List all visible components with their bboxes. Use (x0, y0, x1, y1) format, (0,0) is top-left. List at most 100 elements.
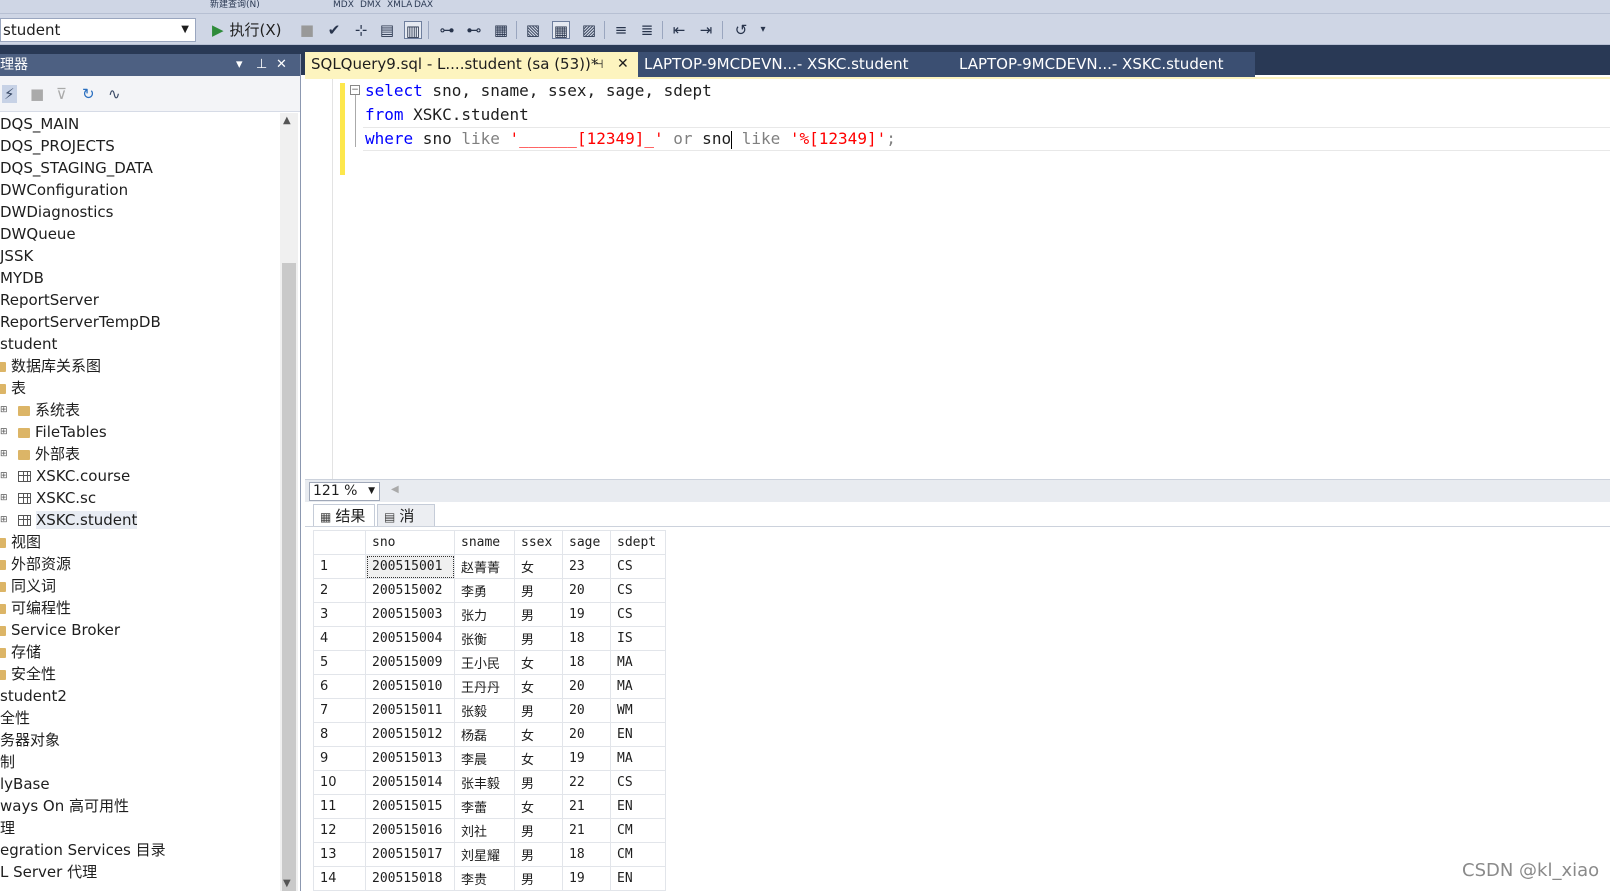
table-cell[interactable]: 200515011 (365, 698, 455, 723)
table-cell[interactable]: 18 (562, 842, 611, 867)
tree-item[interactable]: ⊞ 系统表 (0, 399, 280, 421)
expand-icon[interactable]: ⊞ (0, 487, 12, 509)
row-number-cell[interactable]: 7 (313, 698, 366, 723)
table-cell[interactable]: 21 (562, 794, 611, 819)
table-cell[interactable]: 李勇 (454, 578, 515, 603)
table-cell[interactable]: 200515012 (365, 722, 455, 747)
table-cell[interactable]: 200515002 (365, 578, 455, 603)
table-cell[interactable]: 22 (562, 770, 611, 795)
table-cell[interactable]: 男 (514, 818, 563, 843)
intellisense-icon[interactable]: ▥ (404, 21, 422, 40)
chevron-down-icon[interactable]: ▾ (236, 54, 243, 76)
row-number-cell[interactable]: 11 (313, 794, 366, 819)
table-cell[interactable]: 张力 (454, 602, 515, 627)
table-cell[interactable]: 23 (562, 554, 611, 579)
tree-item[interactable]: 制 (0, 751, 280, 773)
expand-icon[interactable]: ⊞ (0, 509, 12, 531)
table-cell[interactable]: EN (610, 866, 666, 891)
row-number-cell[interactable]: 14 (313, 866, 366, 891)
table-cell[interactable]: 张丰毅 (454, 770, 515, 795)
row-number-cell[interactable]: 3 (313, 602, 366, 627)
expand-icon[interactable]: ⊞ (0, 399, 12, 421)
row-number-cell[interactable]: 6 (313, 674, 366, 699)
table-cell[interactable]: CS (610, 770, 666, 795)
tree-item[interactable]: ⊞ 外部表 (0, 443, 280, 465)
table-cell[interactable]: 18 (562, 650, 611, 675)
table-cell[interactable]: MA (610, 650, 666, 675)
tree-item[interactable]: ways On 高可用性 (0, 795, 280, 817)
table-cell[interactable]: 男 (514, 842, 563, 867)
table-cell[interactable]: 200515014 (365, 770, 455, 795)
filter-icon[interactable]: ⊽ (56, 85, 67, 103)
row-number-cell[interactable]: 10 (313, 770, 366, 795)
row-number-cell[interactable]: 2 (313, 578, 366, 603)
tree-item[interactable]: Service Broker (0, 619, 280, 641)
table-cell[interactable]: 200515017 (365, 842, 455, 867)
row-number-cell[interactable]: 1 (313, 554, 366, 579)
table-cell[interactable]: 19 (562, 602, 611, 627)
tree-item[interactable]: DWQueue (0, 223, 280, 245)
table-cell[interactable]: 男 (514, 602, 563, 627)
tree-item[interactable]: DWConfiguration (0, 179, 280, 201)
table-cell[interactable]: 男 (514, 698, 563, 723)
execute-button[interactable]: ▶ 执行(X) (212, 19, 282, 41)
table-cell[interactable]: 李贵 (454, 866, 515, 891)
table-cell[interactable]: 男 (514, 866, 563, 891)
new-query-button[interactable]: 新建查询(N) (210, 0, 260, 10)
table-cell[interactable]: 男 (514, 626, 563, 651)
tree-item[interactable]: 数据库关系图 (0, 355, 280, 377)
refresh-icon[interactable]: ↻ (82, 85, 95, 103)
column-header-ssex[interactable]: ssex (514, 530, 563, 555)
table-cell[interactable]: 男 (514, 578, 563, 603)
chevron-up-icon[interactable]: ▲ (283, 115, 291, 126)
table-cell[interactable]: 女 (514, 554, 563, 579)
tree-item[interactable]: 表 (0, 377, 280, 399)
table-cell[interactable]: EN (610, 794, 666, 819)
tree-item[interactable]: 务器对象 (0, 729, 280, 751)
increase-indent-icon[interactable]: ⇥ (697, 21, 715, 39)
expand-icon[interactable]: ⊞ (0, 443, 12, 465)
tree-item[interactable]: egration Services 目录 (0, 839, 280, 861)
table-cell[interactable]: 20 (562, 674, 611, 699)
row-number-cell[interactable]: 5 (313, 650, 366, 675)
table-cell[interactable]: 王小民 (454, 650, 515, 675)
table-cell[interactable]: 李晨 (454, 746, 515, 771)
uncomment-icon[interactable]: ≣ (638, 21, 656, 39)
table-cell[interactable]: 刘星耀 (454, 842, 515, 867)
query-options-icon[interactable]: ▤ (378, 21, 396, 39)
tab-results[interactable]: ▦ 结果 (313, 504, 375, 526)
dax-query-button[interactable]: DAX (414, 0, 433, 10)
table-cell[interactable]: 200515004 (365, 626, 455, 651)
table-cell[interactable]: 20 (562, 722, 611, 747)
tree-item[interactable]: student (0, 333, 280, 355)
row-number-cell[interactable]: 12 (313, 818, 366, 843)
tree-item[interactable]: 同义词 (0, 575, 280, 597)
tree-item[interactable]: ReportServer (0, 289, 280, 311)
tree-item[interactable]: DQS_STAGING_DATA (0, 157, 280, 179)
disconnect-icon[interactable]: ■ (30, 85, 44, 103)
table-cell[interactable]: 女 (514, 794, 563, 819)
table-cell[interactable]: 刘社 (454, 818, 515, 843)
database-select[interactable]: student ▼ (0, 18, 196, 42)
table-cell[interactable]: MA (610, 674, 666, 699)
tree-item[interactable]: 存储 (0, 641, 280, 663)
table-cell[interactable]: 杨磊 (454, 722, 515, 747)
results-to-file-icon[interactable]: ▨ (580, 21, 598, 39)
expand-icon[interactable]: ⊞ (0, 421, 12, 443)
table-cell[interactable]: 李蕾 (454, 794, 515, 819)
row-number-cell[interactable]: 8 (313, 722, 366, 747)
tree-item[interactable]: DWDiagnostics (0, 201, 280, 223)
xmla-query-button[interactable]: XMLA (387, 0, 412, 10)
row-number-cell[interactable]: 13 (313, 842, 366, 867)
results-to-grid-icon[interactable]: ▦ (552, 21, 570, 40)
tree-item[interactable]: MYDB (0, 267, 280, 289)
table-cell[interactable]: IS (610, 626, 666, 651)
parse-check-icon[interactable]: ✔ (325, 21, 343, 39)
include-plan-icon[interactable]: ⊶ (438, 21, 456, 39)
tree-scrollbar[interactable]: ▲ ▼ (280, 113, 298, 891)
chevron-left-icon[interactable]: ◀ (391, 484, 399, 495)
stop-icon[interactable]: ■ (298, 21, 316, 39)
dmx-query-button[interactable]: DMX (360, 0, 381, 10)
tree-item[interactable]: ⊞ FileTables (0, 421, 280, 443)
table-cell[interactable]: 200515015 (365, 794, 455, 819)
